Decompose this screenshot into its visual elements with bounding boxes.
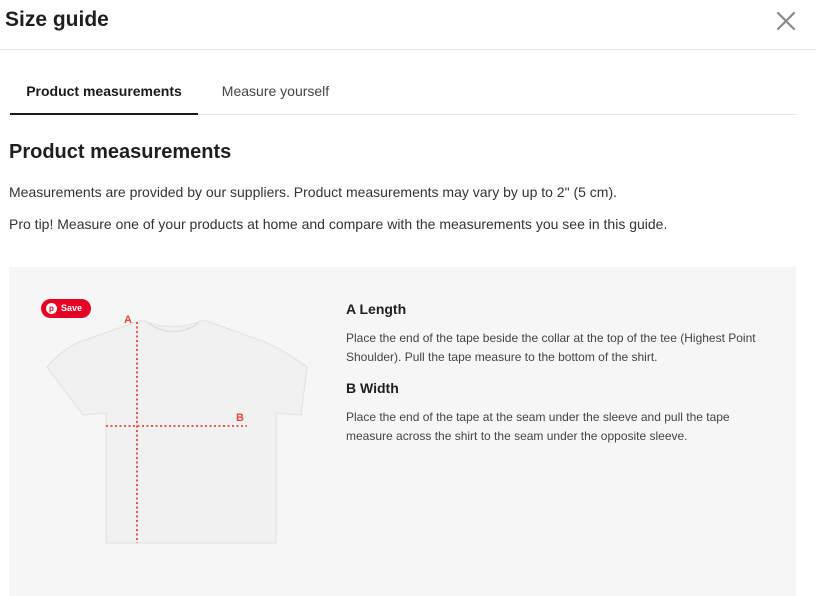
tab-bar: Product measurements Measure yourself (10, 74, 796, 115)
marker-a: A (124, 314, 132, 326)
width-title: B Width (346, 380, 399, 396)
close-button[interactable] (771, 6, 801, 36)
save-label: Save (61, 303, 83, 313)
length-title: A Length (346, 301, 407, 317)
tshirt-shape (46, 319, 308, 544)
modal-title: Size guide (5, 8, 109, 31)
modal-header: Size guide (0, 0, 816, 50)
width-info: B Width Place the end of the tape at the… (346, 380, 776, 446)
tshirt-diagram: A B (46, 314, 308, 544)
tab-product-measurements[interactable]: Product measurements (10, 74, 198, 115)
length-description: Place the end of the tape beside the col… (346, 331, 756, 364)
section-title: Product measurements (9, 141, 232, 163)
tab-measure-yourself[interactable]: Measure yourself (198, 74, 353, 115)
pinterest-icon: p (46, 303, 57, 314)
close-icon (776, 11, 796, 31)
marker-b: B (236, 412, 244, 424)
length-info: A Length Place the end of the tape besid… (346, 301, 776, 367)
pinterest-save-button[interactable]: p Save (41, 299, 91, 318)
measurement-card: A B p Save A Length Place the end of the… (9, 267, 796, 596)
pro-tip: Pro tip! Measure one of your products at… (9, 216, 668, 232)
suppliers-note: Measurements are provided by our supplie… (9, 184, 618, 200)
width-description: Place the end of the tape at the seam un… (346, 410, 730, 443)
